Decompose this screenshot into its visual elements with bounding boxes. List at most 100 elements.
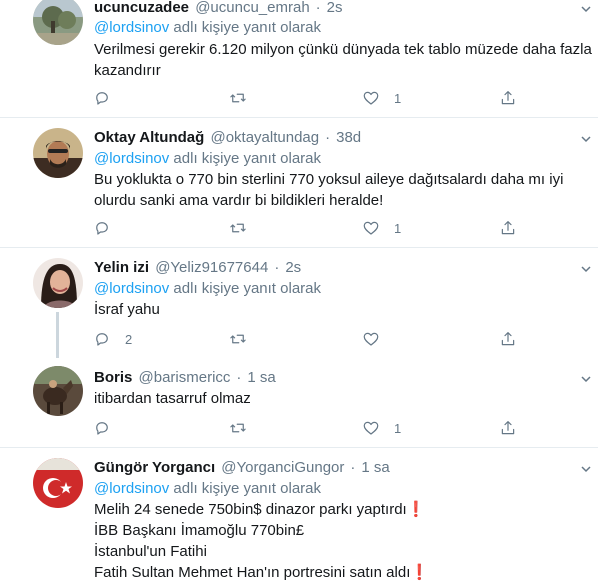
reply-context: @lordsinov adlı kişiye yanıt olarak [94, 150, 321, 168]
avatar[interactable] [33, 458, 83, 508]
chevron-down-icon[interactable] [581, 373, 591, 385]
author-name[interactable]: Boris [94, 369, 132, 386]
separator-dot: · [315, 0, 321, 16]
tweet-actions: 1 [86, 87, 526, 109]
tweet-ucuncuzadee[interactable]: ucuncuzadee @ucuncu_emrah · 2s @lordsinov … [0, 0, 598, 117]
tweet-yelin-izi[interactable]: Yelin izi @Yeliz91677644 · 2s @lordsinov a… [0, 248, 598, 358]
tweet-text: Verilmesi gerekir 6.120 milyon çünkü dün… [94, 39, 592, 81]
reply-context-label: adlı kişiye yanıt olarak [169, 19, 322, 36]
like-count: 1 [394, 420, 402, 436]
tweet-text-line: İsraf yahu [94, 301, 160, 318]
chevron-down-icon[interactable] [581, 463, 591, 475]
exclamation-emoji: ❗ [406, 501, 426, 518]
reply-icon [96, 222, 108, 235]
timestamp[interactable]: 2s [285, 259, 301, 276]
avatar[interactable] [33, 0, 83, 45]
retweet-button[interactable] [229, 87, 261, 109]
tweet-gungor-yorganci[interactable]: Güngör Yorgancı @YorganciGungor · 1 sa @lo… [0, 448, 598, 581]
author-handle[interactable]: @barismericc [139, 369, 231, 386]
tweet-text-line: İBB Başkanı İmamoğlu 770bin£ [94, 522, 305, 539]
tweet-text-line: Verilmesi gerekir 6.120 milyon çünkü dün… [94, 41, 592, 58]
reply-button[interactable] [93, 417, 125, 439]
reply-button[interactable] [93, 217, 125, 239]
share-icon [501, 91, 515, 105]
retweet-button[interactable] [229, 417, 261, 439]
tweet-oktay-altundag[interactable]: Oktay Altundağ @oktayaltundag · 38d @lords… [0, 118, 598, 247]
tweet-text: Bu yoklukta o 770 bin sterlini 770 yoksu… [94, 169, 589, 211]
like-count: 1 [394, 220, 402, 236]
author-name[interactable]: Oktay Altundağ [94, 129, 204, 146]
reply-to-mention[interactable]: @lordsinov [94, 150, 169, 167]
author-handle[interactable]: @ucuncu_emrah [195, 0, 309, 16]
timestamp[interactable]: 1 sa [361, 459, 389, 476]
heart-icon [363, 421, 379, 435]
share-button[interactable] [499, 417, 517, 439]
share-button[interactable] [499, 217, 517, 239]
separator-dot: · [350, 459, 356, 476]
author-handle[interactable]: @oktayaltundag [210, 129, 319, 146]
reply-button[interactable]: 2 [93, 328, 132, 350]
like-button[interactable]: 1 [362, 87, 401, 109]
tweet-text: İsraf yahu [94, 299, 589, 320]
share-icon [501, 421, 515, 435]
share-button[interactable] [499, 328, 517, 350]
avatar[interactable] [33, 128, 83, 178]
retweet-icon [230, 334, 246, 344]
thread-connector [56, 312, 59, 358]
avatar[interactable] [33, 258, 83, 308]
reply-context-label: adlı kişiye yanıt olarak [169, 480, 322, 497]
tweet-actions: 1 [86, 417, 526, 439]
chevron-down-icon[interactable] [581, 263, 591, 275]
author-handle[interactable]: @YorganciGungor [221, 459, 344, 476]
like-button[interactable]: 1 [362, 417, 401, 439]
retweet-button[interactable] [229, 328, 261, 350]
tweet-text-segment: Fatih Sultan Mehmet Han'ın portresini sa… [94, 564, 411, 581]
tweet-text: itibardan tasarruf olmaz [94, 388, 589, 409]
chevron-down-icon[interactable] [581, 133, 591, 145]
retweet-icon [230, 223, 246, 233]
share-icon [501, 221, 515, 235]
tweet-boris[interactable]: Boris @barismericc · 1 sa itibardan tasarr… [0, 358, 598, 447]
tweet-text-line: itibardan tasarruf olmaz [94, 390, 251, 407]
tweet-text: Melih 24 senede 750bin$ dinazor parkı ya… [94, 499, 589, 583]
separator-dot: · [274, 259, 280, 276]
share-button[interactable] [499, 87, 517, 109]
reply-count: 2 [125, 331, 133, 347]
retweet-icon [230, 423, 246, 433]
tweet-text-line: Fatih Sultan Mehmet Han'ın portresini sa… [94, 562, 589, 583]
like-button[interactable]: 1 [362, 217, 401, 239]
author-name[interactable]: Yelin izi [94, 259, 149, 276]
reply-to-mention[interactable]: @lordsinov [94, 480, 169, 497]
author-name[interactable]: Güngör Yorgancı [94, 459, 215, 476]
reply-to-mention[interactable]: @lordsinov [94, 280, 169, 297]
tweet-actions: 1 [86, 217, 526, 239]
like-count: 1 [394, 90, 402, 106]
reply-context: @lordsinov adlı kişiye yanıt olarak [94, 480, 321, 498]
reply-context-label: adlı kişiye yanıt olarak [169, 280, 322, 297]
reply-to-mention[interactable]: @lordsinov [94, 19, 169, 36]
avatar[interactable] [33, 366, 83, 416]
author-handle[interactable]: @Yeliz91677644 [155, 259, 268, 276]
author-name[interactable]: ucuncuzadee [94, 0, 189, 16]
tweet-text-segment: Melih 24 senede 750bin$ dinazor parkı ya… [94, 501, 407, 518]
retweet-icon [230, 93, 246, 103]
reply-context-label: adlı kişiye yanıt olarak [169, 150, 322, 167]
tweet-text-line: İstanbul'un Fatihi [94, 543, 207, 560]
reply-icon [96, 333, 108, 346]
timestamp[interactable]: 1 sa [247, 369, 275, 386]
reply-context: @lordsinov adlı kişiye yanıt olarak [94, 280, 321, 298]
reply-icon [96, 422, 108, 435]
heart-icon [363, 221, 379, 235]
chevron-down-icon[interactable] [581, 3, 591, 15]
timestamp[interactable]: 38d [336, 129, 361, 146]
retweet-button[interactable] [229, 217, 261, 239]
like-button[interactable] [362, 328, 394, 350]
reply-icon [96, 92, 108, 105]
tweet-text-line: olurdu sanki ama vardır bi bildikleri he… [94, 192, 384, 209]
reply-context: @lordsinov adlı kişiye yanıt olarak [94, 19, 321, 37]
timestamp[interactable]: 2s [327, 0, 343, 16]
heart-icon [363, 332, 379, 346]
reply-button[interactable] [93, 87, 125, 109]
exclamation-emoji: ❗ [410, 564, 430, 581]
separator-dot: · [325, 129, 331, 146]
